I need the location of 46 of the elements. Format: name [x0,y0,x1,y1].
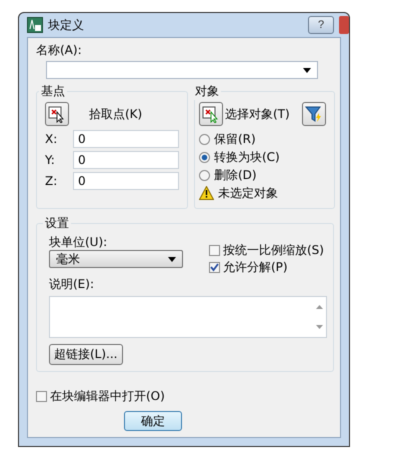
quick-select-button[interactable] [302,102,326,126]
pick-cursor-icon [48,105,66,123]
coordinate-label: Y: [45,153,56,167]
radio-button[interactable] [199,134,210,144]
radio-label: 删除(D) [214,166,257,184]
checkbox-label: 在块编辑器中打开(O) [50,388,165,405]
window-title: 块定义 [48,16,84,34]
checkbox[interactable] [209,245,220,256]
help-button[interactable]: ? [308,16,334,34]
coordinate-field[interactable]: 0 [73,172,179,190]
scroll-up-icon[interactable] [316,305,322,309]
checkbox-label: 允许分解(P) [223,259,288,276]
name-combobox[interactable] [46,61,318,79]
select-objects-button[interactable] [199,102,223,126]
unit-label: 块单位(U): [49,234,108,250]
radio-button[interactable] [199,152,210,162]
pick-point-button[interactable] [45,102,69,126]
dropdown-arrow-icon [168,256,176,262]
radio-button[interactable] [199,170,210,180]
name-label: 名称(A): [36,42,83,58]
funnel-icon [304,105,323,123]
description-label: 说明(E): [49,276,95,292]
group-title: 基点 [40,83,66,100]
pick-point-label: 拾取点(K) [89,106,142,122]
group-title: 对象 [194,83,220,100]
hyperlink-button[interactable]: 超链接(L)... [49,344,122,365]
scroll-down-icon[interactable] [316,325,322,329]
checkbox[interactable] [36,391,47,402]
coordinate-field[interactable]: 0 [73,151,179,169]
dropdown-arrow-icon [303,68,311,72]
coordinate-label: X: [45,132,58,146]
coordinate-label: Z: [45,174,58,188]
warning-text: 未选定对象 [218,184,278,202]
checkbox[interactable] [209,262,220,273]
select-objects-label: 选择对象(T) [225,106,290,122]
coordinate-field[interactable]: 0 [73,130,179,148]
warning-icon [199,186,214,200]
unit-dropdown[interactable]: 毫米 [49,250,183,268]
checkbox-label: 按统一比例缩放(S) [223,242,324,259]
app-icon [27,17,43,33]
select-cursor-icon [202,105,220,123]
group-title: 设置 [44,215,70,232]
description-field[interactable] [49,296,327,338]
radio-label: 保留(R) [214,130,256,148]
ok-button[interactable]: 确定 [124,411,182,431]
radio-label: 转换为块(C) [214,148,280,166]
